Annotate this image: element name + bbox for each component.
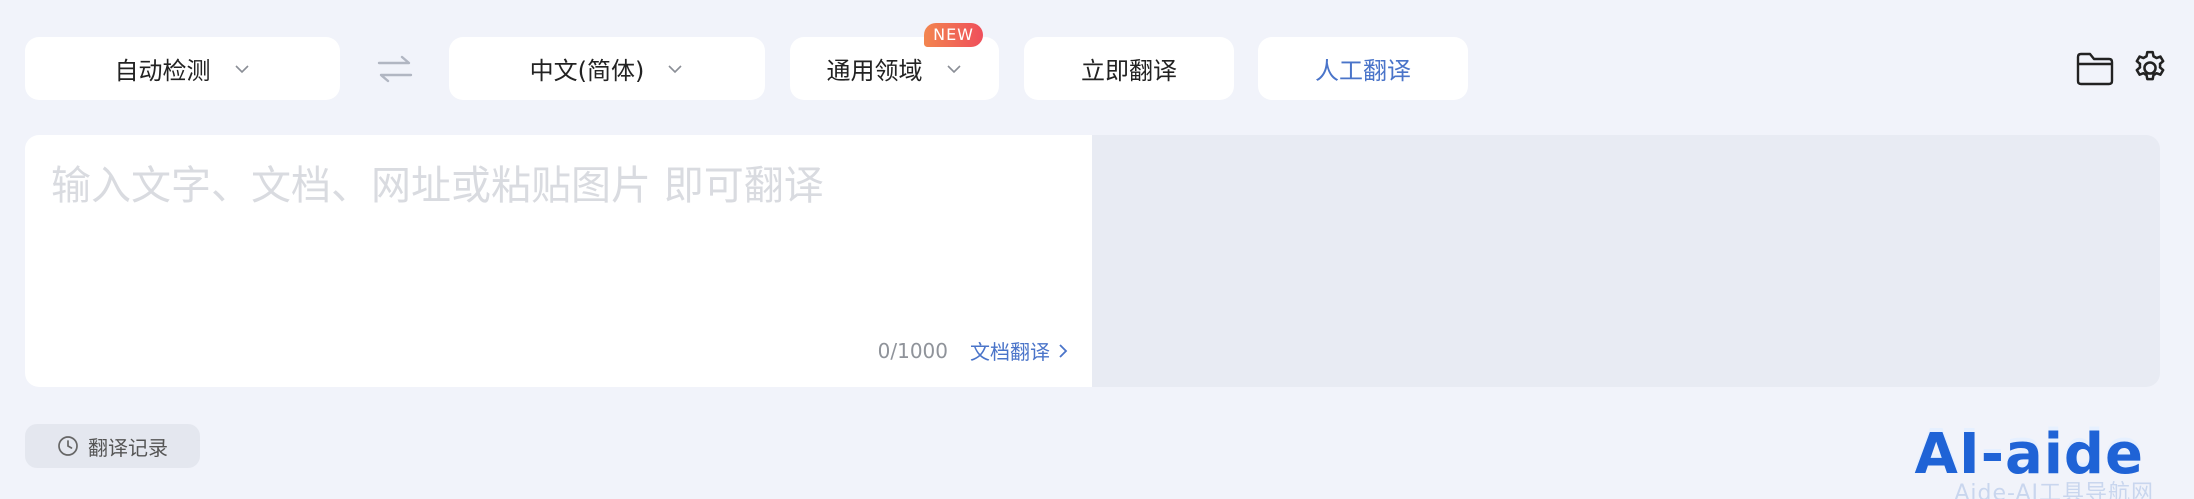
chevron-down-icon xyxy=(945,60,963,78)
source-language-select[interactable]: 自动检测 xyxy=(25,37,340,100)
source-pane: 0/1000 文档翻译 xyxy=(25,135,1092,387)
gear-icon[interactable] xyxy=(2131,49,2169,87)
chevron-down-icon xyxy=(666,60,684,78)
history-label: 翻译记录 xyxy=(88,435,168,460)
domain-select[interactable]: NEW 通用领域 xyxy=(790,23,999,100)
new-badge: NEW xyxy=(924,23,983,47)
watermark-subtitle: Aide-AI工具导航网 xyxy=(1954,481,2154,499)
target-language-label: 中文(简体) xyxy=(529,57,645,85)
folder-icon[interactable] xyxy=(2075,51,2115,87)
clock-icon xyxy=(58,436,78,456)
char-count: 0/1000 xyxy=(877,338,948,363)
chevron-right-icon xyxy=(1059,343,1068,358)
translate-now-button[interactable]: 立即翻译 xyxy=(1024,37,1234,100)
doc-translate-label: 文档翻译 xyxy=(970,340,1050,364)
source-text-input[interactable] xyxy=(51,153,1051,323)
target-pane xyxy=(1092,135,2160,387)
source-language-label: 自动检测 xyxy=(114,57,211,85)
history-button[interactable]: 翻译记录 xyxy=(25,424,200,468)
target-language-select[interactable]: 中文(简体) xyxy=(449,37,765,100)
chevron-down-icon xyxy=(233,60,251,78)
toolbar: 自动检测 中文(简体) NEW 通用领域 立即翻译 人工翻译 xyxy=(25,23,2169,101)
doc-translate-link[interactable]: 文档翻译 xyxy=(970,336,1068,365)
domain-label: 通用领域 xyxy=(826,57,923,85)
human-translate-button[interactable]: 人工翻译 xyxy=(1258,37,1468,100)
swap-icon[interactable] xyxy=(375,51,415,87)
source-pane-footer: 0/1000 文档翻译 xyxy=(878,336,1068,365)
translation-panel: 0/1000 文档翻译 xyxy=(25,135,2160,387)
